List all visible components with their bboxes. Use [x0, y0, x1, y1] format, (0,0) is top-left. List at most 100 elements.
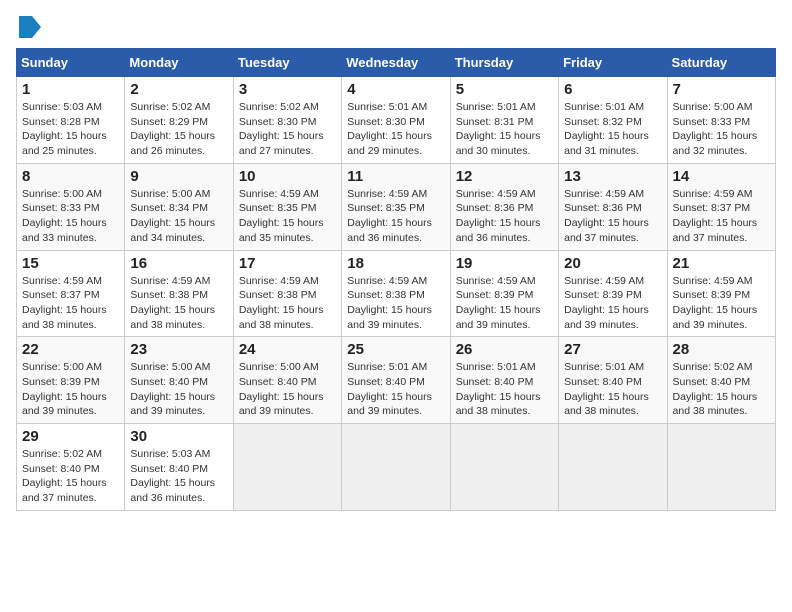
- day-info: Sunrise: 4:59 AMSunset: 8:37 PMDaylight:…: [673, 188, 758, 244]
- day-number: 21: [673, 255, 770, 272]
- day-info: Sunrise: 5:00 AMSunset: 8:40 PMDaylight:…: [130, 361, 215, 417]
- weekday-header: Thursday: [450, 49, 558, 77]
- day-number: 26: [456, 341, 553, 358]
- day-number: 14: [673, 168, 770, 185]
- calendar-day-cell: 16 Sunrise: 4:59 AMSunset: 8:38 PMDayligh…: [125, 250, 233, 337]
- day-info: Sunrise: 5:02 AMSunset: 8:29 PMDaylight:…: [130, 101, 215, 157]
- weekday-header-row: SundayMondayTuesdayWednesdayThursdayFrid…: [17, 49, 776, 77]
- calendar-day-cell: 15 Sunrise: 4:59 AMSunset: 8:37 PMDayligh…: [17, 250, 125, 337]
- day-info: Sunrise: 5:01 AMSunset: 8:31 PMDaylight:…: [456, 101, 541, 157]
- day-number: 29: [22, 428, 119, 445]
- calendar-table: SundayMondayTuesdayWednesdayThursdayFrid…: [16, 48, 776, 511]
- calendar-day-cell: 5 Sunrise: 5:01 AMSunset: 8:31 PMDaylight…: [450, 77, 558, 164]
- day-number: 25: [347, 341, 444, 358]
- calendar-day-cell: 13 Sunrise: 4:59 AMSunset: 8:36 PMDayligh…: [559, 163, 667, 250]
- day-info: Sunrise: 5:01 AMSunset: 8:40 PMDaylight:…: [347, 361, 432, 417]
- day-info: Sunrise: 4:59 AMSunset: 8:36 PMDaylight:…: [564, 188, 649, 244]
- calendar-day-cell: 23 Sunrise: 5:00 AMSunset: 8:40 PMDayligh…: [125, 337, 233, 424]
- page-header: [16, 16, 776, 38]
- calendar-day-cell: 2 Sunrise: 5:02 AMSunset: 8:29 PMDaylight…: [125, 77, 233, 164]
- day-number: 20: [564, 255, 661, 272]
- day-info: Sunrise: 5:00 AMSunset: 8:33 PMDaylight:…: [22, 188, 107, 244]
- day-info: Sunrise: 5:00 AMSunset: 8:34 PMDaylight:…: [130, 188, 215, 244]
- calendar-day-cell: [450, 424, 558, 511]
- calendar-day-cell: 9 Sunrise: 5:00 AMSunset: 8:34 PMDaylight…: [125, 163, 233, 250]
- day-info: Sunrise: 5:01 AMSunset: 8:30 PMDaylight:…: [347, 101, 432, 157]
- calendar-day-cell: 8Sunrise: 5:00 AMSunset: 8:33 PMDaylight…: [17, 163, 125, 250]
- day-info: Sunrise: 5:03 AMSunset: 8:28 PMDaylight:…: [22, 101, 107, 157]
- day-number: 18: [347, 255, 444, 272]
- day-number: 23: [130, 341, 227, 358]
- day-info: Sunrise: 4:59 AMSunset: 8:38 PMDaylight:…: [347, 275, 432, 331]
- day-info: Sunrise: 4:59 AMSunset: 8:35 PMDaylight:…: [347, 188, 432, 244]
- day-info: Sunrise: 5:01 AMSunset: 8:40 PMDaylight:…: [564, 361, 649, 417]
- calendar-day-cell: [667, 424, 775, 511]
- day-info: Sunrise: 4:59 AMSunset: 8:35 PMDaylight:…: [239, 188, 324, 244]
- calendar-day-cell: 4 Sunrise: 5:01 AMSunset: 8:30 PMDaylight…: [342, 77, 450, 164]
- day-info: Sunrise: 5:00 AMSunset: 8:33 PMDaylight:…: [673, 101, 758, 157]
- day-number: 9: [130, 168, 227, 185]
- day-number: 4: [347, 81, 444, 98]
- calendar-day-cell: 3Sunrise: 5:02 AMSunset: 8:30 PMDaylight…: [233, 77, 341, 164]
- calendar-week-row: 1 Sunrise: 5:03 AMSunset: 8:28 PMDaylight…: [17, 77, 776, 164]
- day-number: 28: [673, 341, 770, 358]
- calendar-day-cell: 20 Sunrise: 4:59 AMSunset: 8:39 PMDayligh…: [559, 250, 667, 337]
- calendar-day-cell: 11 Sunrise: 4:59 AMSunset: 8:35 PMDayligh…: [342, 163, 450, 250]
- day-number: 12: [456, 168, 553, 185]
- calendar-day-cell: 25 Sunrise: 5:01 AMSunset: 8:40 PMDayligh…: [342, 337, 450, 424]
- day-info: Sunrise: 4:59 AMSunset: 8:36 PMDaylight:…: [456, 188, 541, 244]
- weekday-header: Saturday: [667, 49, 775, 77]
- logo-icon: [19, 16, 41, 38]
- calendar-day-cell: 21 Sunrise: 4:59 AMSunset: 8:39 PMDayligh…: [667, 250, 775, 337]
- weekday-header: Tuesday: [233, 49, 341, 77]
- day-number: 16: [130, 255, 227, 272]
- day-info: Sunrise: 5:03 AMSunset: 8:40 PMDaylight:…: [130, 448, 215, 504]
- weekday-header: Friday: [559, 49, 667, 77]
- day-info: Sunrise: 4:59 AMSunset: 8:38 PMDaylight:…: [130, 275, 215, 331]
- calendar-day-cell: [342, 424, 450, 511]
- day-number: 24: [239, 341, 336, 358]
- day-info: Sunrise: 4:59 AMSunset: 8:38 PMDaylight:…: [239, 275, 324, 331]
- day-info: Sunrise: 5:02 AMSunset: 8:40 PMDaylight:…: [673, 361, 758, 417]
- day-number: 17: [239, 255, 336, 272]
- day-info: Sunrise: 5:00 AMSunset: 8:39 PMDaylight:…: [22, 361, 107, 417]
- day-number: 22: [22, 341, 119, 358]
- day-info: Sunrise: 4:59 AMSunset: 8:37 PMDaylight:…: [22, 275, 107, 331]
- calendar-day-cell: 19Sunrise: 4:59 AMSunset: 8:39 PMDayligh…: [450, 250, 558, 337]
- day-info: Sunrise: 4:59 AMSunset: 8:39 PMDaylight:…: [673, 275, 758, 331]
- calendar-week-row: 29Sunrise: 5:02 AMSunset: 8:40 PMDayligh…: [17, 424, 776, 511]
- day-number: 1: [22, 81, 119, 98]
- calendar-day-cell: 28 Sunrise: 5:02 AMSunset: 8:40 PMDayligh…: [667, 337, 775, 424]
- calendar-week-row: 22 Sunrise: 5:00 AMSunset: 8:39 PMDayligh…: [17, 337, 776, 424]
- calendar-week-row: 8Sunrise: 5:00 AMSunset: 8:33 PMDaylight…: [17, 163, 776, 250]
- weekday-header: Monday: [125, 49, 233, 77]
- calendar-day-cell: 24 Sunrise: 5:00 AMSunset: 8:40 PMDayligh…: [233, 337, 341, 424]
- day-number: 2: [130, 81, 227, 98]
- day-number: 19: [456, 255, 553, 272]
- day-info: Sunrise: 4:59 AMSunset: 8:39 PMDaylight:…: [564, 275, 649, 331]
- weekday-header: Sunday: [17, 49, 125, 77]
- day-info: Sunrise: 5:01 AMSunset: 8:32 PMDaylight:…: [564, 101, 649, 157]
- calendar-day-cell: 29Sunrise: 5:02 AMSunset: 8:40 PMDayligh…: [17, 424, 125, 511]
- day-number: 10: [239, 168, 336, 185]
- calendar-day-cell: [559, 424, 667, 511]
- day-number: 5: [456, 81, 553, 98]
- weekday-header: Wednesday: [342, 49, 450, 77]
- calendar-day-cell: 1 Sunrise: 5:03 AMSunset: 8:28 PMDaylight…: [17, 77, 125, 164]
- calendar-day-cell: 27 Sunrise: 5:01 AMSunset: 8:40 PMDayligh…: [559, 337, 667, 424]
- calendar-week-row: 15 Sunrise: 4:59 AMSunset: 8:37 PMDayligh…: [17, 250, 776, 337]
- day-number: 13: [564, 168, 661, 185]
- day-number: 27: [564, 341, 661, 358]
- day-number: 6: [564, 81, 661, 98]
- day-number: 15: [22, 255, 119, 272]
- calendar-day-cell: 6 Sunrise: 5:01 AMSunset: 8:32 PMDaylight…: [559, 77, 667, 164]
- day-number: 7: [673, 81, 770, 98]
- day-info: Sunrise: 5:02 AMSunset: 8:30 PMDaylight:…: [239, 101, 324, 157]
- calendar-day-cell: 17 Sunrise: 4:59 AMSunset: 8:38 PMDayligh…: [233, 250, 341, 337]
- calendar-day-cell: 12 Sunrise: 4:59 AMSunset: 8:36 PMDayligh…: [450, 163, 558, 250]
- day-info: Sunrise: 5:00 AMSunset: 8:40 PMDaylight:…: [239, 361, 324, 417]
- calendar-day-cell: 14 Sunrise: 4:59 AMSunset: 8:37 PMDayligh…: [667, 163, 775, 250]
- day-info: Sunrise: 5:01 AMSunset: 8:40 PMDaylight:…: [456, 361, 541, 417]
- calendar-day-cell: 30Sunrise: 5:03 AMSunset: 8:40 PMDayligh…: [125, 424, 233, 511]
- day-number: 11: [347, 168, 444, 185]
